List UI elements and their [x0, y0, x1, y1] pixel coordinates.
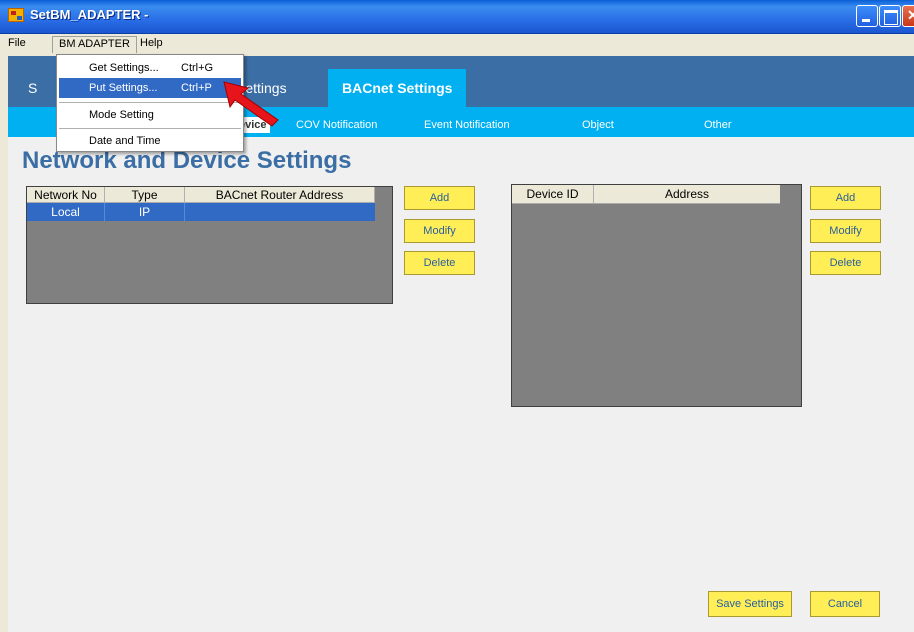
- device-table[interactable]: Device ID Address: [511, 184, 802, 407]
- menu-item-label: Put Settings...: [89, 82, 158, 94]
- menu-item-mode-setting[interactable]: Mode Setting: [59, 105, 241, 125]
- subtab-cov-notification[interactable]: COV Notification: [296, 119, 377, 131]
- network-table-header: Network No Type BACnet Router Address: [27, 187, 375, 203]
- tab-bacnet-settings[interactable]: BACnet Settings: [328, 69, 467, 107]
- menu-help[interactable]: Help: [134, 36, 169, 53]
- cell-type: IP: [105, 203, 185, 221]
- network-add-button[interactable]: Add: [404, 186, 475, 210]
- table-row[interactable]: Local IP: [27, 203, 375, 221]
- cancel-button[interactable]: Cancel: [810, 591, 880, 617]
- menu-item-date-and-time[interactable]: Date and Time: [59, 131, 241, 151]
- device-table-header: Device ID Address: [512, 185, 780, 204]
- column-type[interactable]: Type: [105, 187, 185, 203]
- minimize-button[interactable]: [856, 5, 878, 27]
- column-address[interactable]: Address: [594, 185, 780, 204]
- bm-adapter-dropdown-menu: Get Settings... Ctrl+G Put Settings... C…: [56, 54, 244, 152]
- device-delete-button[interactable]: Delete: [810, 251, 881, 275]
- maximize-button[interactable]: [879, 5, 901, 27]
- network-table[interactable]: Network No Type BACnet Router Address Lo…: [26, 186, 393, 304]
- menu-bar: File BM ADAPTER Help: [0, 34, 914, 54]
- subtab-object[interactable]: Object: [582, 119, 614, 131]
- red-pointer-arrow-icon: [223, 81, 279, 127]
- column-network-no[interactable]: Network No: [27, 187, 105, 203]
- column-device-id[interactable]: Device ID: [512, 185, 594, 204]
- menu-item-shortcut: Ctrl+P: [181, 82, 212, 94]
- title-bar[interactable]: SetBM_ADAPTER -: [0, 0, 914, 34]
- device-modify-button[interactable]: Modify: [810, 219, 881, 243]
- cell-network-no: Local: [27, 203, 105, 221]
- menu-separator: [59, 128, 241, 129]
- app-icon: [8, 8, 24, 22]
- menu-separator: [59, 102, 241, 103]
- window-title: SetBM_ADAPTER -: [30, 7, 149, 22]
- content-area: Network and Device Settings Network No T…: [8, 137, 914, 632]
- close-button[interactable]: [902, 5, 914, 27]
- tab-partial[interactable]: S: [28, 69, 37, 107]
- menu-help-label: Help: [140, 37, 163, 49]
- menu-item-get-settings[interactable]: Get Settings... Ctrl+G: [59, 58, 241, 78]
- column-router-address[interactable]: BACnet Router Address: [185, 187, 375, 203]
- menu-item-put-settings[interactable]: Put Settings... Ctrl+P: [59, 78, 241, 98]
- menu-file-label: File: [8, 37, 26, 49]
- menu-item-label: Mode Setting: [89, 109, 154, 121]
- device-add-button[interactable]: Add: [810, 186, 881, 210]
- menu-item-label: Date and Time: [89, 135, 161, 147]
- menu-bm-adapter[interactable]: BM ADAPTER: [52, 36, 137, 53]
- menu-item-shortcut: Ctrl+G: [181, 62, 214, 74]
- network-delete-button[interactable]: Delete: [404, 251, 475, 275]
- network-modify-button[interactable]: Modify: [404, 219, 475, 243]
- menu-bm-adapter-label: BM ADAPTER: [59, 38, 130, 50]
- menu-item-label: Get Settings...: [89, 62, 159, 74]
- menu-file[interactable]: File: [2, 36, 32, 53]
- save-settings-button[interactable]: Save Settings: [708, 591, 792, 617]
- cell-router-address: [185, 203, 375, 221]
- subtab-event-notification[interactable]: Event Notification: [424, 119, 510, 131]
- app-window: SetBM_ADAPTER - File BM ADAPTER Help S S…: [0, 0, 914, 632]
- subtab-other[interactable]: Other: [704, 119, 732, 131]
